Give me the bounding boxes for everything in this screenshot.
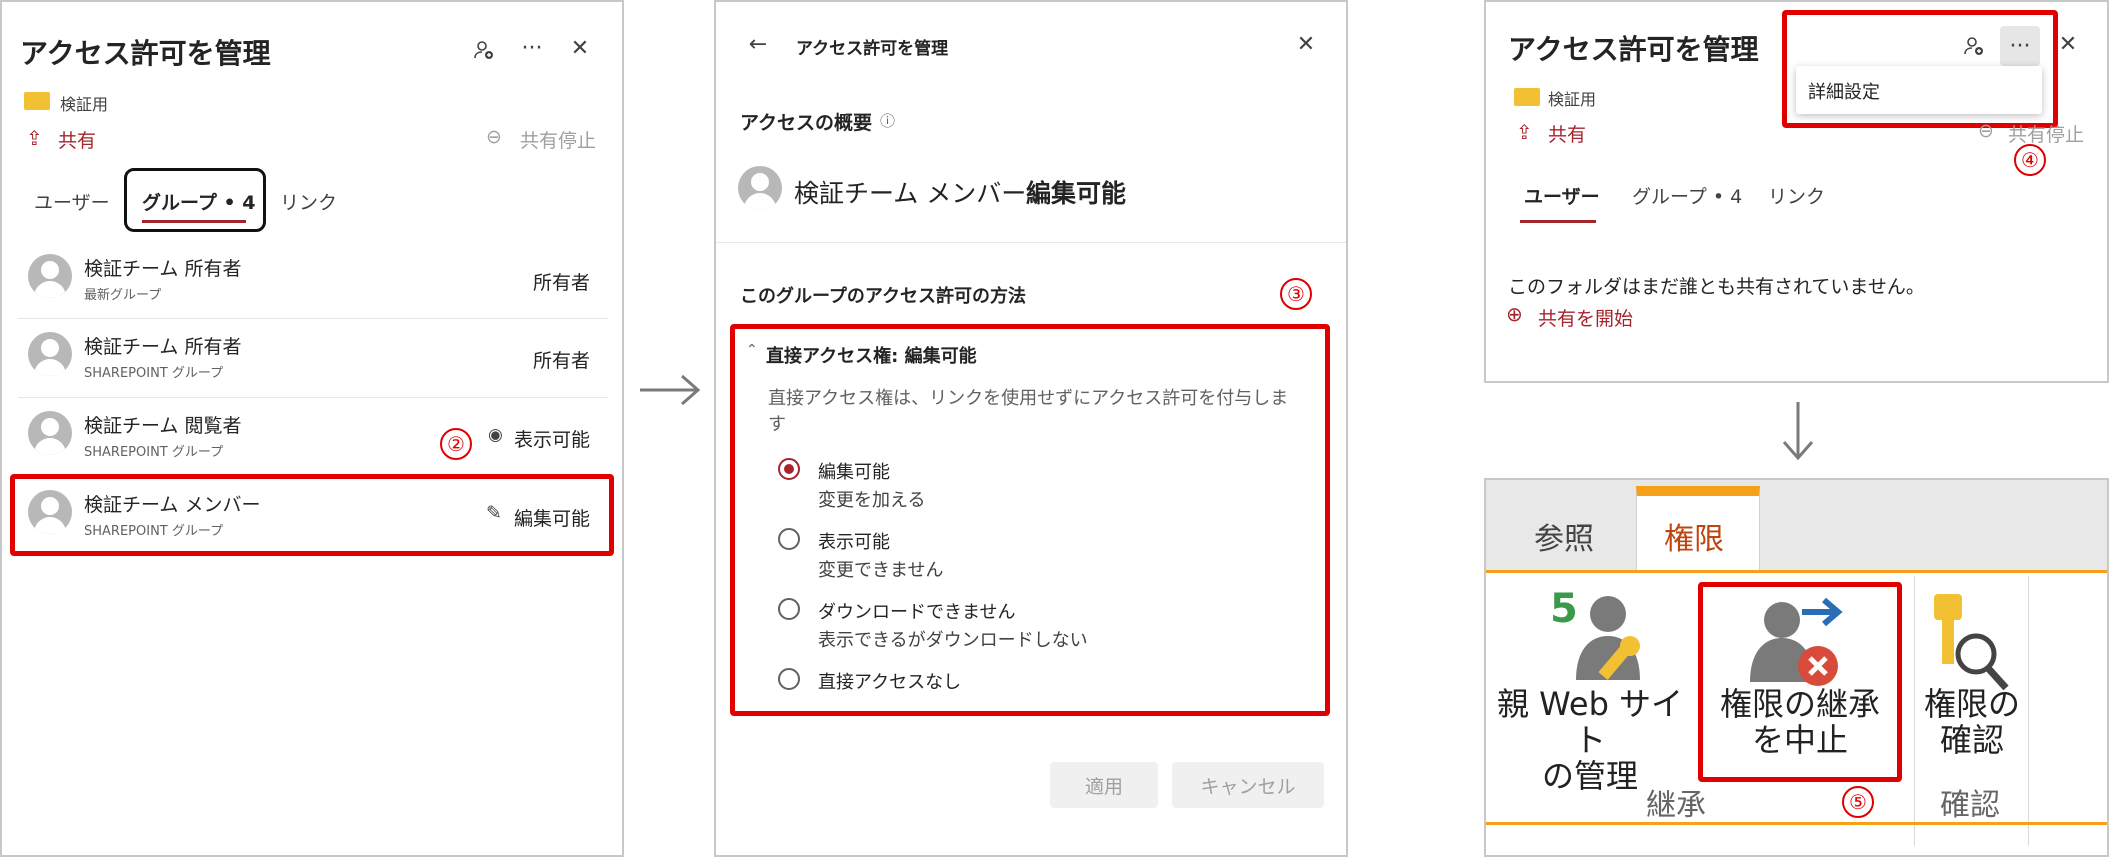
group-separator	[1914, 576, 1915, 846]
eye-icon: ◉	[488, 425, 503, 445]
group-type: SHAREPOINT グループ	[84, 445, 224, 460]
radio-view[interactable]	[778, 528, 800, 550]
arrow-right-icon	[636, 370, 706, 414]
folder-name: 検証用	[1548, 90, 1597, 109]
folder-icon	[1514, 88, 1540, 106]
group-permission[interactable]: 表示可能	[514, 425, 590, 452]
info-icon[interactable]: ⓘ	[880, 110, 895, 131]
share-icon[interactable]: ⇪	[26, 126, 43, 150]
stop-share-icon[interactable]: ⊖	[486, 126, 502, 148]
share-icon[interactable]: ⇪	[1516, 120, 1533, 144]
radio-edit[interactable]	[778, 458, 800, 480]
radio-no-direct-access[interactable]	[778, 668, 800, 690]
avatar	[28, 332, 72, 376]
more-options-icon[interactable]: ···	[512, 28, 552, 68]
apply-button[interactable]: 適用	[1050, 762, 1158, 808]
group-name: 検証チーム 所有者	[84, 258, 242, 280]
group-row[interactable]: 検証チーム 閲覧者 SHAREPOINT グループ ◉ 表示可能	[2, 399, 622, 475]
overview-label: アクセスの概要	[740, 112, 873, 134]
tab-users[interactable]: ユーザー	[34, 188, 110, 215]
tab-groups[interactable]: グループ • 4	[142, 188, 255, 215]
tab-groups-underline	[142, 220, 246, 223]
group-name: 検証チーム 閲覧者	[84, 415, 242, 437]
tab-links[interactable]: リンク	[1768, 182, 1825, 209]
tab-users-underline	[1520, 220, 1596, 223]
group-label-check: 確認	[1940, 788, 2000, 823]
option-sub: 変更を加える	[818, 490, 926, 511]
ribbon-top-line	[1486, 570, 2107, 573]
step-number-2: ②	[440, 428, 472, 460]
check-permissions-button[interactable]: 権限の 確認	[1904, 686, 2040, 758]
folder-icon	[24, 92, 50, 110]
member-name: 検証チーム メンバー	[794, 179, 1027, 208]
stop-share-button[interactable]: 共有停止	[2008, 120, 2084, 147]
option-sub: 変更できません	[818, 560, 944, 581]
add-person-icon[interactable]	[464, 30, 504, 70]
stop-share-button[interactable]: 共有停止	[520, 126, 596, 153]
arrow-down-icon	[1778, 398, 1818, 468]
panel-title: アクセス許可を管理	[1508, 33, 1759, 66]
ribbon-panel: 参照 権限 5 親 Web サイト の管理 権限の継承 を中止 権限の 確認 継…	[1484, 478, 2109, 857]
avatar	[738, 166, 782, 210]
option-label[interactable]: 表示可能	[818, 528, 890, 554]
panel-title: アクセス許可を管理	[796, 39, 949, 59]
back-arrow-icon[interactable]: ←	[738, 24, 778, 64]
avatar	[28, 411, 72, 455]
share-link[interactable]: 共有	[1548, 120, 1586, 147]
option-label[interactable]: 直接アクセスなし	[818, 668, 961, 694]
direct-access-heading[interactable]: 直接アクセス権: 編集可能	[766, 342, 977, 368]
highlight-more-menu	[1782, 10, 2058, 128]
manage-access-panel-groups: アクセス許可を管理 ··· ✕ 検証用 ⇪ 共有 ⊖ 共有停止 ユーザー グルー…	[0, 0, 624, 857]
row-divider	[18, 318, 608, 319]
tab-permissions[interactable]: 権限	[1664, 514, 1724, 558]
step-number-4: ④	[2014, 144, 2046, 176]
plus-circle-icon[interactable]: ⊕	[1506, 302, 1523, 326]
member-permission: 編集可能	[1026, 179, 1127, 208]
parent-site-icon: 5	[1546, 584, 1646, 698]
step-number-5: ⑤	[1842, 786, 1874, 818]
start-share-link[interactable]: 共有を開始	[1538, 304, 1633, 331]
group-row[interactable]: 検証チーム 所有者 SHAREPOINT グループ 所有者	[2, 320, 622, 396]
row-divider	[18, 397, 608, 398]
group-access-panel: ← アクセス許可を管理 ✕ アクセスの概要 ⓘ 検証チーム メンバー 編集可能 …	[714, 0, 1348, 857]
group-name: 検証チーム 所有者	[84, 336, 242, 358]
stop-share-icon[interactable]: ⊖	[1978, 120, 1994, 142]
share-link[interactable]: 共有	[58, 126, 96, 153]
tab-browse[interactable]: 参照	[1534, 514, 1594, 558]
highlight-stop-inheriting	[1698, 582, 1902, 782]
group-row[interactable]: 検証チーム 所有者 最新グループ 所有者	[2, 242, 622, 318]
ribbon-bottom-line	[1486, 822, 2107, 825]
folder-name: 検証用	[60, 95, 109, 114]
group-permission[interactable]: 所有者	[533, 346, 590, 373]
group-label-inherit: 継承	[1646, 788, 1706, 823]
chevron-up-icon[interactable]: ⌃	[746, 342, 758, 358]
radio-no-download[interactable]	[778, 598, 800, 620]
option-label[interactable]: 編集可能	[818, 458, 890, 484]
group-type: SHAREPOINT グループ	[84, 366, 224, 381]
step-number-3: ③	[1280, 278, 1312, 310]
tab-users[interactable]: ユーザー	[1524, 182, 1600, 209]
panel-title: アクセス許可を管理	[20, 37, 271, 70]
close-icon[interactable]: ✕	[560, 28, 600, 68]
group-separator	[2028, 576, 2029, 846]
method-heading: このグループのアクセス許可の方法	[740, 286, 1027, 307]
svg-text:5: 5	[1550, 586, 1578, 632]
group-permission[interactable]: 所有者	[533, 268, 590, 295]
section-divider	[716, 242, 1346, 243]
close-icon[interactable]: ✕	[1286, 24, 1326, 64]
parent-site-button[interactable]: 親 Web サイト の管理	[1490, 686, 1690, 794]
empty-message: このフォルダはまだ誰とも共有されていません。	[1508, 276, 1925, 298]
tab-groups[interactable]: グループ • 4	[1632, 182, 1742, 209]
avatar	[28, 254, 72, 298]
manage-access-panel-users: アクセス許可を管理 ··· ✕ 詳細設定 ④ 検証用 ⇪ 共有 ⊖ 共有停止 ユ…	[1484, 0, 2109, 383]
highlight-member-row	[10, 474, 614, 556]
group-type: 最新グループ	[84, 288, 162, 303]
cancel-button[interactable]: キャンセル	[1172, 762, 1324, 808]
tab-links[interactable]: リンク	[280, 188, 337, 215]
direct-access-desc-cont: す	[768, 414, 786, 435]
option-label[interactable]: ダウンロードできません	[818, 598, 1015, 624]
direct-access-desc: 直接アクセス権は、リンクを使用せずにアクセス許可を付与しま	[768, 388, 1289, 409]
highlight-direct-access	[730, 324, 1330, 716]
option-sub: 表示できるがダウンロードしない	[818, 630, 1088, 651]
